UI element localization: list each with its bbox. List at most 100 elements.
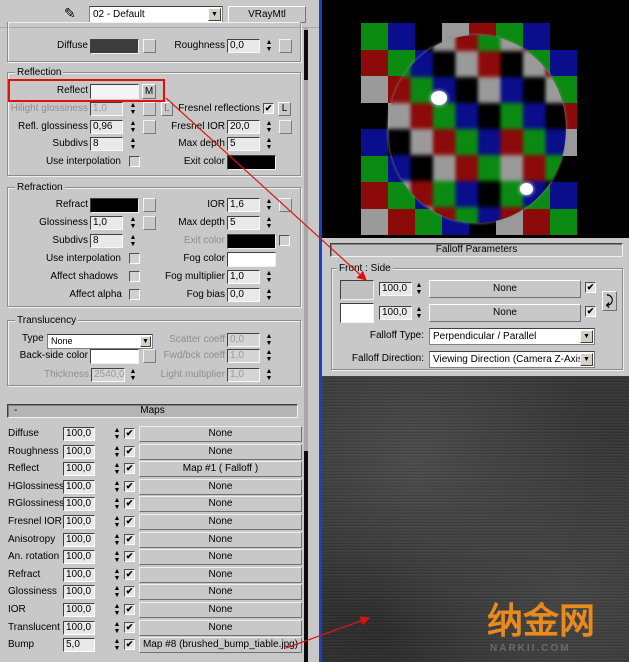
chevron-down-icon[interactable]: ▼ <box>140 336 151 347</box>
map-amount-spinner[interactable]: ▲ ▼ <box>113 603 121 617</box>
map-slot-button[interactable]: Map #1 ( Falloff ) <box>139 461 302 478</box>
reflect-map-button[interactable]: M <box>142 84 156 99</box>
map-amount-spinner[interactable]: ▲ ▼ <box>113 462 121 476</box>
map-amount-field[interactable]: 100,0 <box>63 532 95 547</box>
scatter-coeff-spinner[interactable]: ▲ ▼ <box>265 333 273 347</box>
back-side-color-swatch[interactable] <box>90 349 139 364</box>
map-slot-button[interactable]: Map #8 (brushed_bump_tiable.jpg) <box>139 637 302 654</box>
map-amount-field[interactable]: 100,0 <box>63 515 95 529</box>
map-enabled-checkbox[interactable]: ✔ <box>124 498 135 510</box>
map-slot-button[interactable]: None <box>139 531 302 548</box>
fog-multiplier-field[interactable]: 1,0 <box>227 270 260 284</box>
map-slot-button[interactable]: None <box>139 619 302 636</box>
refl-use-interpolation-checkbox[interactable] <box>129 156 140 167</box>
scrollbar-thumb-top[interactable] <box>304 30 308 80</box>
map-amount-spinner[interactable]: ▲ ▼ <box>113 621 121 635</box>
refr-glossiness-field[interactable]: 1,0 <box>90 216 123 230</box>
map-amount-field[interactable]: 5,0 <box>63 638 95 653</box>
map-enabled-checkbox[interactable]: ✔ <box>124 463 135 475</box>
diffuse-color-swatch[interactable] <box>90 39 139 54</box>
translucency-type-select[interactable]: None ▼ <box>47 334 153 349</box>
refr-glossiness-map-button[interactable] <box>143 216 156 230</box>
fog-multiplier-spinner[interactable]: ▲ ▼ <box>265 270 273 284</box>
map-amount-field[interactable]: 100,0 <box>63 444 95 459</box>
hilight-lock-button[interactable]: L <box>161 102 173 116</box>
refl-subdivs-field[interactable]: 8 <box>90 137 123 151</box>
refl-subdivs-spinner[interactable]: ▲ ▼ <box>129 137 137 151</box>
chevron-down-icon[interactable]: ▼ <box>208 8 221 21</box>
refr-use-interpolation-checkbox[interactable] <box>129 253 140 264</box>
panel-scrollbar[interactable] <box>304 28 308 662</box>
thickness-spinner[interactable]: ▲ ▼ <box>129 368 137 382</box>
eyedropper-icon[interactable]: ✎ <box>64 5 76 22</box>
refr-exit-color-checkbox[interactable] <box>279 235 290 246</box>
ior-map-button[interactable] <box>279 198 292 212</box>
map-amount-field[interactable]: 100,0 <box>63 427 95 441</box>
map-enabled-checkbox[interactable]: ✔ <box>124 604 135 615</box>
falloff-direction-select[interactable]: Viewing Direction (Camera Z-Axis) ▼ <box>429 351 595 368</box>
map-slot-button[interactable]: None <box>139 566 302 583</box>
falloff-type-select[interactable]: Perpendicular / Parallel ▼ <box>429 328 595 345</box>
map-slot-button[interactable]: None <box>139 584 302 601</box>
fresnel-ior-map-button[interactable] <box>279 120 292 134</box>
refr-max-depth-field[interactable]: 5 <box>227 216 260 230</box>
front-map-button[interactable]: None <box>429 280 581 298</box>
map-enabled-checkbox[interactable]: ✔ <box>124 445 135 457</box>
map-amount-field[interactable]: 100,0 <box>63 497 95 512</box>
map-amount-spinner[interactable]: ▲ ▼ <box>113 585 121 599</box>
fog-bias-spinner[interactable]: ▲ ▼ <box>265 288 273 302</box>
maps-rollout-header[interactable]: - Maps <box>7 404 298 418</box>
fresnel-ior-spinner[interactable]: ▲ ▼ <box>265 120 273 134</box>
refract-map-button[interactable] <box>143 198 156 212</box>
swap-colors-icon[interactable]: ⤸ <box>602 291 617 311</box>
front-map-checkbox[interactable]: ✔ <box>585 282 596 293</box>
affect-alpha-checkbox[interactable] <box>129 289 140 300</box>
map-slot-button[interactable]: None <box>139 549 302 566</box>
refl-glossiness-map-button[interactable] <box>143 120 156 134</box>
refl-glossiness-field[interactable]: 0,96 <box>90 120 123 134</box>
side-map-checkbox[interactable]: ✔ <box>585 306 596 317</box>
map-enabled-checkbox[interactable]: ✔ <box>124 586 135 598</box>
side-color-swatch[interactable] <box>340 303 374 323</box>
map-amount-spinner[interactable]: ▲ ▼ <box>113 550 121 564</box>
hilight-glossiness-field[interactable]: 1,0 <box>90 102 123 116</box>
map-enabled-checkbox[interactable]: ✔ <box>124 533 135 545</box>
front-amount-spinner[interactable]: ▲ ▼ <box>415 282 423 296</box>
refr-glossiness-spinner[interactable]: ▲ ▼ <box>129 216 137 230</box>
roughness-spinner[interactable]: ▲ ▼ <box>265 39 273 53</box>
fresnel-reflections-checkbox[interactable]: ✔ <box>263 103 274 114</box>
map-amount-spinner[interactable]: ▲ ▼ <box>113 427 121 441</box>
side-map-button[interactable]: None <box>429 304 581 322</box>
refl-exit-color-swatch[interactable] <box>227 155 276 170</box>
map-amount-spinner[interactable]: ▲ ▼ <box>113 568 121 582</box>
roughness-field[interactable]: 0,0 <box>227 39 260 53</box>
fresnel-ior-field[interactable]: 20,0 <box>227 120 260 134</box>
light-multiplier-spinner[interactable]: ▲ ▼ <box>265 368 273 382</box>
reflect-color-swatch[interactable] <box>90 84 139 99</box>
refl-max-depth-field[interactable]: 5 <box>227 137 260 151</box>
ior-field[interactable]: 1,6 <box>227 198 260 212</box>
map-slot-button[interactable]: None <box>139 602 302 618</box>
side-amount-spinner[interactable]: ▲ ▼ <box>415 306 423 320</box>
map-enabled-checkbox[interactable]: ✔ <box>124 551 135 563</box>
map-enabled-checkbox[interactable]: ✔ <box>124 621 135 633</box>
map-enabled-checkbox[interactable]: ✔ <box>124 480 135 492</box>
refr-max-depth-spinner[interactable]: ▲ ▼ <box>265 216 273 230</box>
map-amount-field[interactable]: 100,0 <box>63 550 95 565</box>
fwd-bck-coeff-field[interactable]: 1,0 <box>227 349 260 363</box>
hilight-glossiness-map-button[interactable] <box>143 102 156 116</box>
map-amount-field[interactable]: 100,0 <box>63 603 95 617</box>
map-slot-button[interactable]: None <box>139 514 302 530</box>
front-amount-field[interactable]: 100,0 <box>379 282 412 296</box>
map-enabled-checkbox[interactable]: ✔ <box>124 639 135 651</box>
material-type-button[interactable]: VRayMtl <box>228 6 306 23</box>
diffuse-map-button[interactable] <box>143 39 156 53</box>
front-color-swatch[interactable] <box>340 280 374 300</box>
roughness-map-button[interactable] <box>279 39 292 53</box>
refract-color-swatch[interactable] <box>90 198 139 213</box>
map-slot-button[interactable]: None <box>139 478 302 495</box>
map-amount-spinner[interactable]: ▲ ▼ <box>113 638 121 652</box>
falloff-rollout-header[interactable]: Falloff Parameters <box>330 243 623 257</box>
map-amount-spinner[interactable]: ▲ ▼ <box>113 497 121 511</box>
map-amount-field[interactable]: 100,0 <box>63 462 95 477</box>
